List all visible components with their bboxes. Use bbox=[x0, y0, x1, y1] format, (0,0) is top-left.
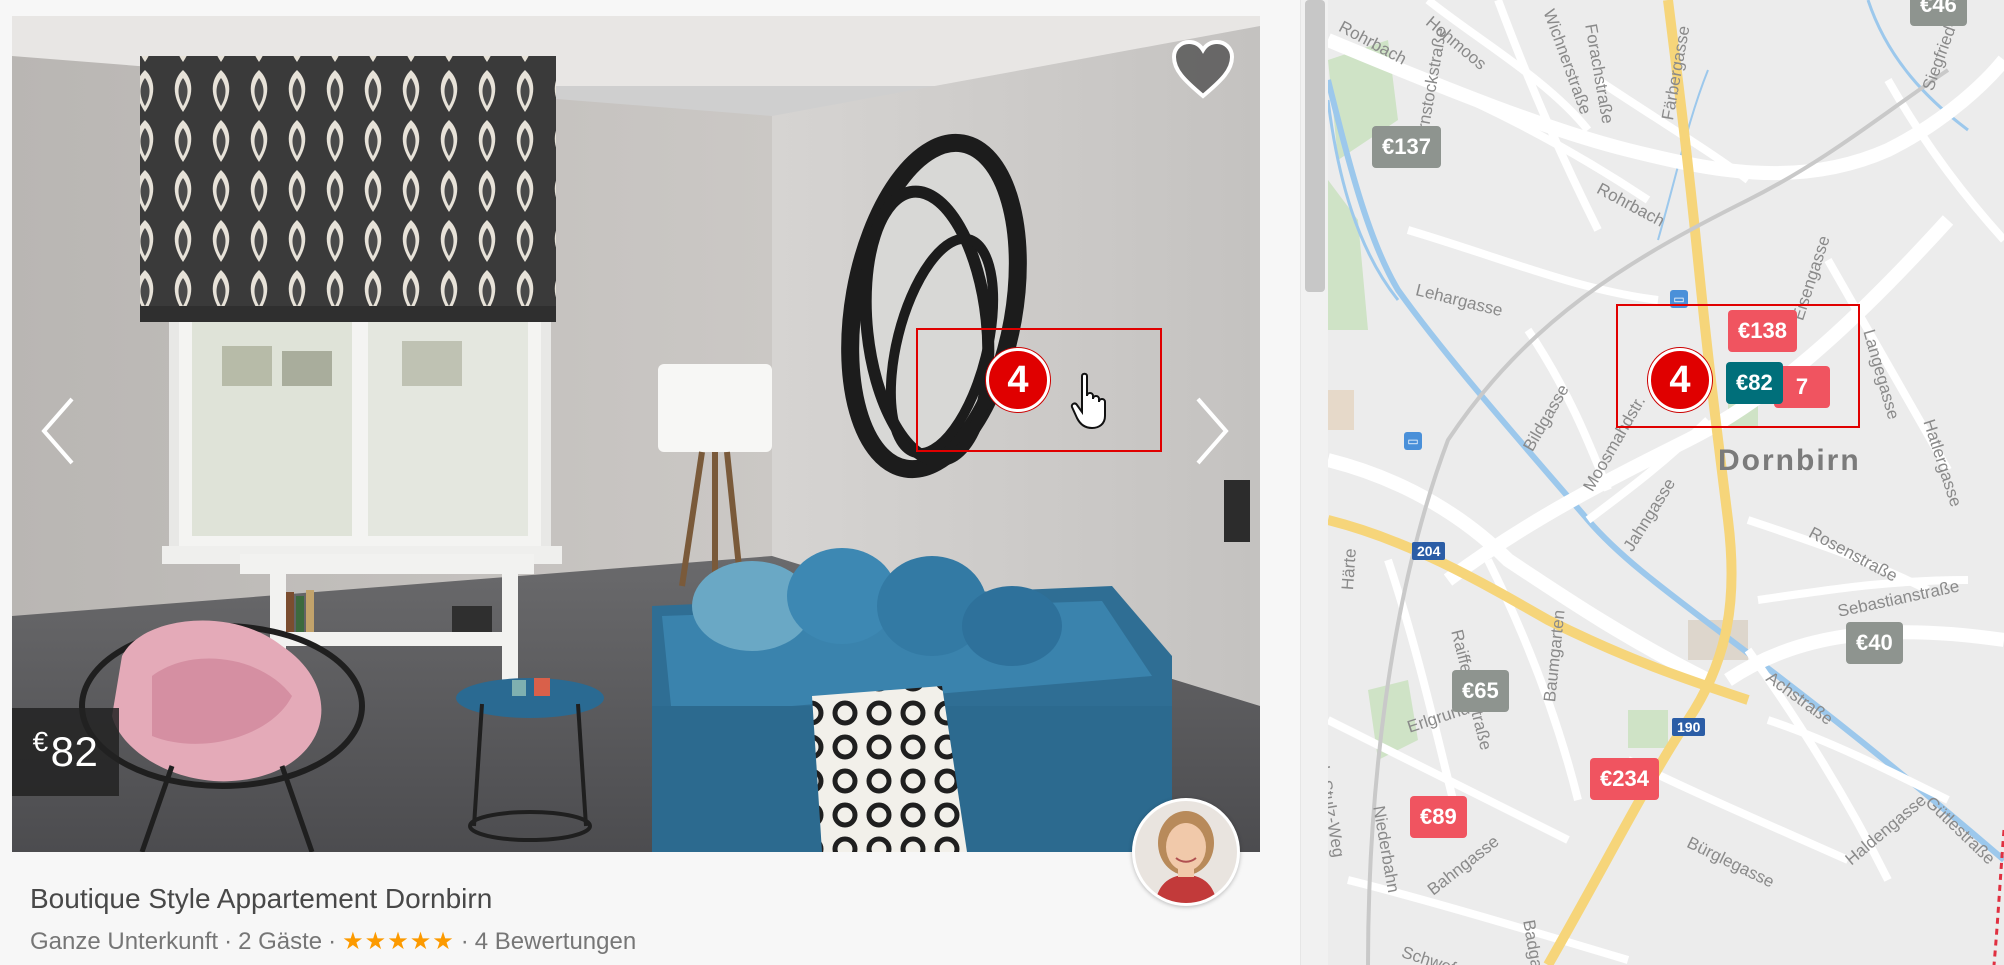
separator: · bbox=[460, 927, 469, 955]
map-price-pin[interactable]: €46 bbox=[1910, 0, 1967, 26]
host-avatar[interactable] bbox=[1132, 798, 1240, 906]
map-price-pin[interactable]: €234 bbox=[1590, 758, 1659, 800]
search-results-screen: €82 Boutique Style Appartement Dornbirn … bbox=[0, 0, 2004, 965]
road-number-badge: 190 bbox=[1672, 718, 1706, 736]
listing-details: Ganze Unterkunft · 2 Gäste · ★★★★★ · 4 B… bbox=[30, 927, 636, 956]
heart-icon[interactable] bbox=[1172, 40, 1234, 100]
road-number-badge: 204 bbox=[1412, 542, 1446, 560]
map-street-label: Härte bbox=[1338, 547, 1360, 591]
scrollbar[interactable] bbox=[1300, 0, 1328, 965]
map-price-pin[interactable]: €89 bbox=[1410, 796, 1467, 838]
separator: · bbox=[224, 927, 233, 955]
annotation-badge: 4 bbox=[1648, 348, 1712, 412]
hand-cursor-icon bbox=[1070, 372, 1106, 430]
map-price-pin[interactable]: €65 bbox=[1452, 670, 1509, 712]
chevron-right-icon[interactable] bbox=[1192, 395, 1232, 467]
separator: · bbox=[328, 927, 337, 955]
scrollbar-thumb[interactable] bbox=[1305, 0, 1325, 292]
guest-count: 2 Gäste bbox=[238, 927, 323, 955]
map-price-pin[interactable]: €40 bbox=[1846, 622, 1903, 664]
listing-type: Ganze Unterkunft bbox=[30, 927, 219, 955]
annotation-badge: 4 bbox=[986, 348, 1050, 412]
price-currency: € bbox=[32, 726, 49, 757]
price-tag: €82 bbox=[12, 708, 119, 796]
map-city-label: Dornbirn bbox=[1718, 444, 1861, 477]
star-rating: ★★★★★ bbox=[342, 928, 455, 955]
map-price-pin[interactable]: €137 bbox=[1372, 126, 1441, 168]
bus-stop-icon[interactable]: ▭ bbox=[1404, 432, 1422, 450]
host-portrait bbox=[1135, 801, 1237, 903]
chevron-left-icon[interactable] bbox=[38, 395, 78, 467]
review-count: 4 Bewertungen bbox=[474, 927, 637, 955]
listing-title[interactable]: Boutique Style Appartement Dornbirn bbox=[30, 883, 492, 915]
listing-card[interactable]: €82 Boutique Style Appartement Dornbirn … bbox=[0, 0, 1300, 965]
price-value: 82 bbox=[50, 728, 99, 775]
